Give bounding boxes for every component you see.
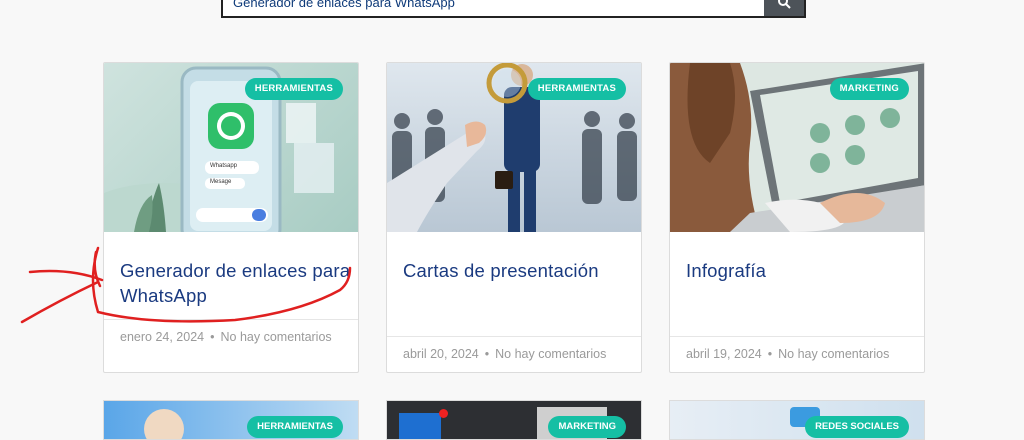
post-card-whatsapp[interactable]: Whatsapp Mesage HERRAMIENTAS Generador d… <box>103 62 359 373</box>
image-label-whatsapp: Whatsapp <box>210 163 238 169</box>
post-title[interactable]: Infografía <box>686 258 918 283</box>
post-card-next-2[interactable]: MARKETING <box>386 400 642 440</box>
post-thumbnail[interactable] <box>144 409 184 439</box>
post-card-next-3[interactable]: REDES SOCIALES <box>669 400 925 440</box>
post-meta: abril 20, 2024 • No hay comentarios <box>387 336 641 372</box>
meta-separator: • <box>767 347 773 361</box>
meta-separator: • <box>484 347 490 361</box>
mail-icon <box>399 413 441 439</box>
notification-badge <box>439 409 448 418</box>
post-comments[interactable]: No hay comentarios <box>495 347 606 361</box>
post-meta: abril 19, 2024 • No hay comentarios <box>670 336 924 372</box>
post-comments[interactable]: No hay comentarios <box>221 330 332 344</box>
search-button[interactable] <box>764 0 804 16</box>
category-badge[interactable]: HERRAMIENTAS <box>244 78 343 100</box>
search-icon <box>778 0 791 9</box>
category-badge[interactable]: HERRAMIENTAS <box>247 416 343 438</box>
post-title[interactable]: Cartas de presentación <box>403 258 635 283</box>
category-badge[interactable]: REDES SOCIALES <box>805 416 909 438</box>
category-badge[interactable]: MARKETING <box>829 78 909 100</box>
post-card-infografia[interactable]: MARKETING Infografía abril 19, 2024 • No h… <box>669 62 925 373</box>
post-comments[interactable]: No hay comentarios <box>778 347 889 361</box>
image-label-message: Mesage <box>210 179 232 185</box>
post-meta: enero 24, 2024 • No hay comentarios <box>104 319 358 355</box>
post-card-next-1[interactable]: HERRAMIENTAS <box>103 400 359 440</box>
post-title[interactable]: Generador de enlaces para WhatsApp <box>120 258 352 308</box>
post-date: abril 19, 2024 <box>686 347 762 361</box>
post-date: enero 24, 2024 <box>120 330 205 344</box>
post-card-cartas[interactable]: HERRAMIENTAS Cartas de presentación abri… <box>386 62 642 373</box>
search-bar <box>221 0 806 18</box>
search-input[interactable] <box>223 0 764 16</box>
meta-separator: • <box>210 330 215 344</box>
post-date: abril 20, 2024 <box>403 347 479 361</box>
category-badge[interactable]: MARKETING <box>548 416 626 438</box>
category-badge[interactable]: HERRAMIENTAS <box>527 78 626 100</box>
